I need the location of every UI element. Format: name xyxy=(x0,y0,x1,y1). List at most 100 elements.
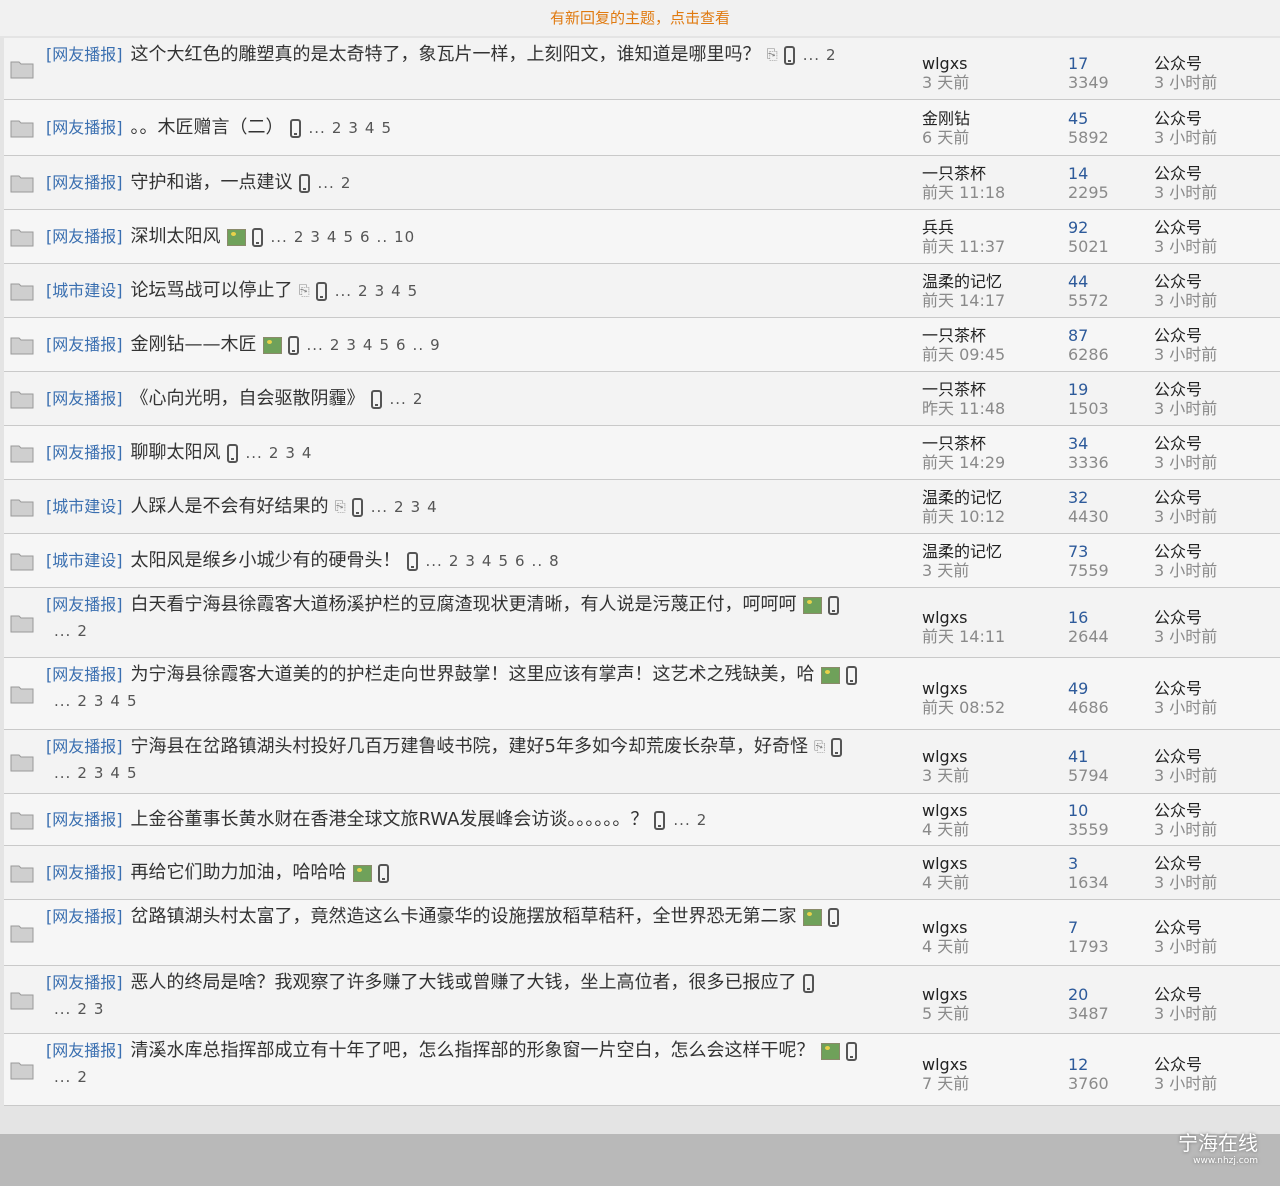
thread-subject-link[interactable]: 。。木匠赠言（二） xyxy=(131,117,284,138)
thread-category-link[interactable]: [网友播报] xyxy=(46,810,123,829)
reply-count[interactable]: 92 xyxy=(1068,218,1138,237)
thread-row[interactable]: [网友播报] 深圳太阳风... 2 3 4 5 6.. 10 兵兵 前天 11:37 92 5021 公… xyxy=(4,210,1280,264)
page-link[interactable]: 3 xyxy=(348,119,359,137)
last-reply-time[interactable]: 3 小时前 xyxy=(1154,766,1274,785)
reply-count[interactable]: 7 xyxy=(1068,918,1138,937)
page-link[interactable]: 6 xyxy=(515,552,526,570)
page-link[interactable]: 5 xyxy=(379,336,390,354)
thread-subject-link[interactable]: 人踩人是不会有好结果的 xyxy=(131,496,329,517)
page-link[interactable]: 3 xyxy=(465,552,476,570)
thread-row[interactable]: [城市建设] 论坛骂战可以停止了 ⎘... 2 3 4 5 温柔的记忆 前天 14:17 44 55… xyxy=(4,264,1280,318)
author-name-link[interactable]: wlgxs xyxy=(922,985,1052,1004)
page-link[interactable]: 3 xyxy=(94,764,105,782)
thread-subject-link[interactable]: 《心向光明，自会驱散阴霾》 xyxy=(131,388,365,409)
author-name-link[interactable]: 兵兵 xyxy=(922,218,1052,237)
page-link[interactable]: 2 xyxy=(77,1000,88,1018)
reply-count[interactable]: 19 xyxy=(1068,380,1138,399)
last-reply-time[interactable]: 3 小时前 xyxy=(1154,820,1274,839)
last-reply-time[interactable]: 3 小时前 xyxy=(1154,698,1274,717)
page-link[interactable]: 3 xyxy=(375,282,386,300)
page-link[interactable]: 9 xyxy=(430,336,441,354)
reply-count[interactable]: 16 xyxy=(1068,608,1138,627)
last-reply-user-link[interactable]: 公众号 xyxy=(1154,218,1274,237)
author-name-link[interactable]: 温柔的记忆 xyxy=(922,272,1052,291)
last-reply-user-link[interactable]: 公众号 xyxy=(1154,542,1274,561)
author-name-link[interactable]: wlgxs xyxy=(922,801,1052,820)
thread-subject-link[interactable]: 深圳太阳风 xyxy=(131,226,221,247)
new-replies-link[interactable]: 有新回复的主题，点击查看 xyxy=(550,9,730,27)
page-link[interactable]: 5 xyxy=(127,692,138,710)
last-reply-time[interactable]: 3 小时前 xyxy=(1154,237,1274,256)
thread-subject-link[interactable]: 为宁海县徐霞客大道美的的护栏走向世界鼓掌！这里应该有掌声！这艺术之残缺美，哈 xyxy=(131,664,815,685)
thread-subject-link[interactable]: 清溪水库总指挥部成立有十年了吧，怎么指挥部的形象窗一片空白，怎么会这样干呢？ xyxy=(131,1040,815,1061)
thread-category-link[interactable]: [网友播报] xyxy=(46,173,123,192)
page-link[interactable]: 6 xyxy=(360,228,371,246)
author-name-link[interactable]: wlgxs xyxy=(922,854,1052,873)
thread-subject-link[interactable]: 这个大红色的雕塑真的是太奇特了，象瓦片一样，上刻阳文，谁知道是哪里吗？ xyxy=(131,44,761,65)
last-reply-user-link[interactable]: 公众号 xyxy=(1154,272,1274,291)
last-reply-time[interactable]: 3 小时前 xyxy=(1154,1074,1274,1093)
thread-row[interactable]: [城市建设] 人踩人是不会有好结果的 ⎘... 2 3 4 温柔的记忆 前天 10:12 32 4… xyxy=(4,480,1280,534)
author-name-link[interactable]: 一只茶杯 xyxy=(922,164,1052,183)
page-link[interactable]: 2 xyxy=(697,811,708,829)
author-name-link[interactable]: wlgxs xyxy=(922,54,1052,73)
last-reply-user-link[interactable]: 公众号 xyxy=(1154,747,1274,766)
reply-count[interactable]: 49 xyxy=(1068,679,1138,698)
thread-category-link[interactable]: [网友播报] xyxy=(46,227,123,246)
thread-subject-link[interactable]: 守护和谐，一点建议 xyxy=(131,172,293,193)
page-link[interactable]: 2 xyxy=(77,692,88,710)
thread-category-link[interactable]: [网友播报] xyxy=(46,443,123,462)
last-reply-time[interactable]: 3 小时前 xyxy=(1154,561,1274,580)
page-link[interactable]: 2 xyxy=(77,764,88,782)
last-reply-user-link[interactable]: 公众号 xyxy=(1154,801,1274,820)
reply-count[interactable]: 87 xyxy=(1068,326,1138,345)
page-link[interactable]: 3 xyxy=(94,1000,105,1018)
page-link[interactable]: 4 xyxy=(302,444,313,462)
page-link[interactable]: 4 xyxy=(482,552,493,570)
last-reply-time[interactable]: 3 小时前 xyxy=(1154,507,1274,526)
thread-category-link[interactable]: [网友播报] xyxy=(46,665,123,684)
author-name-link[interactable]: 一只茶杯 xyxy=(922,380,1052,399)
thread-subject-link[interactable]: 岔路镇湖头村太富了，竟然造这么卡通豪华的设施摆放稻草秸秆，全世界恐无第二家 xyxy=(131,906,797,927)
thread-category-link[interactable]: [网友播报] xyxy=(46,737,123,756)
reply-count[interactable]: 44 xyxy=(1068,272,1138,291)
page-link[interactable]: 5 xyxy=(127,764,138,782)
page-link[interactable]: 5 xyxy=(408,282,419,300)
thread-category-link[interactable]: [网友播报] xyxy=(46,335,123,354)
author-name-link[interactable]: 一只茶杯 xyxy=(922,326,1052,345)
page-link[interactable]: 8 xyxy=(549,552,560,570)
reply-count[interactable]: 20 xyxy=(1068,985,1138,1004)
thread-row[interactable]: [网友播报] 白天看宁海县徐霞客大道杨溪护栏的豆腐渣现状更清晰，有人说是污蔑正付，… xyxy=(4,588,1280,658)
thread-row[interactable]: [网友播报] 聊聊太阳风... 2 3 4 一只茶杯 前天 14:29 34 3336 公众号 3 … xyxy=(4,426,1280,480)
thread-row[interactable]: [网友播报] 为宁海县徐霞客大道美的的护栏走向世界鼓掌！这里应该有掌声！这艺术之残… xyxy=(4,658,1280,730)
reply-count[interactable]: 45 xyxy=(1068,109,1138,128)
thread-subject-link[interactable]: 聊聊太阳风 xyxy=(131,442,221,463)
last-reply-user-link[interactable]: 公众号 xyxy=(1154,164,1274,183)
author-name-link[interactable]: 一只茶杯 xyxy=(922,434,1052,453)
page-link[interactable]: 2 xyxy=(332,119,343,137)
page-link[interactable]: 5 xyxy=(343,228,354,246)
last-reply-time[interactable]: 3 小时前 xyxy=(1154,399,1274,418)
reply-count[interactable]: 34 xyxy=(1068,434,1138,453)
page-link[interactable]: 2 xyxy=(358,282,369,300)
page-link[interactable]: 4 xyxy=(365,119,376,137)
reply-count[interactable]: 12 xyxy=(1068,1055,1138,1074)
thread-subject-link[interactable]: 白天看宁海县徐霞客大道杨溪护栏的豆腐渣现状更清晰，有人说是污蔑正付，呵呵呵 xyxy=(131,594,797,615)
thread-category-link[interactable]: [城市建设] xyxy=(46,497,123,516)
thread-row[interactable]: [网友播报] 。。木匠赠言（二）... 2 3 4 5 金刚钻 6 天前 45 5892 公众号 3 … xyxy=(4,100,1280,156)
thread-row[interactable]: [网友播报] 上金谷董事长黄水财在香港全球文旅RWA发展峰会访谈。。。。。。？..… xyxy=(4,794,1280,846)
page-link[interactable]: 2 xyxy=(826,46,837,64)
page-link[interactable]: 2 xyxy=(394,498,405,516)
thread-row[interactable]: [网友播报] 再给它们助力加油，哈哈哈 wlgxs 4 天前 3 1634 公众号 3 小时前 xyxy=(4,846,1280,900)
last-reply-user-link[interactable]: 公众号 xyxy=(1154,54,1274,73)
reply-count[interactable]: 10 xyxy=(1068,801,1138,820)
last-reply-user-link[interactable]: 公众号 xyxy=(1154,434,1274,453)
page-link[interactable]: 4 xyxy=(110,692,121,710)
reply-count[interactable]: 32 xyxy=(1068,488,1138,507)
thread-subject-link[interactable]: 上金谷董事长黄水财在香港全球文旅RWA发展峰会访谈。。。。。。？ xyxy=(131,809,649,830)
thread-category-link[interactable]: [网友播报] xyxy=(46,595,123,614)
last-reply-user-link[interactable]: 公众号 xyxy=(1154,608,1274,627)
page-link[interactable]: 2 xyxy=(413,390,424,408)
thread-subject-link[interactable]: 再给它们助力加油，哈哈哈 xyxy=(131,862,347,883)
page-link[interactable]: 4 xyxy=(327,228,338,246)
